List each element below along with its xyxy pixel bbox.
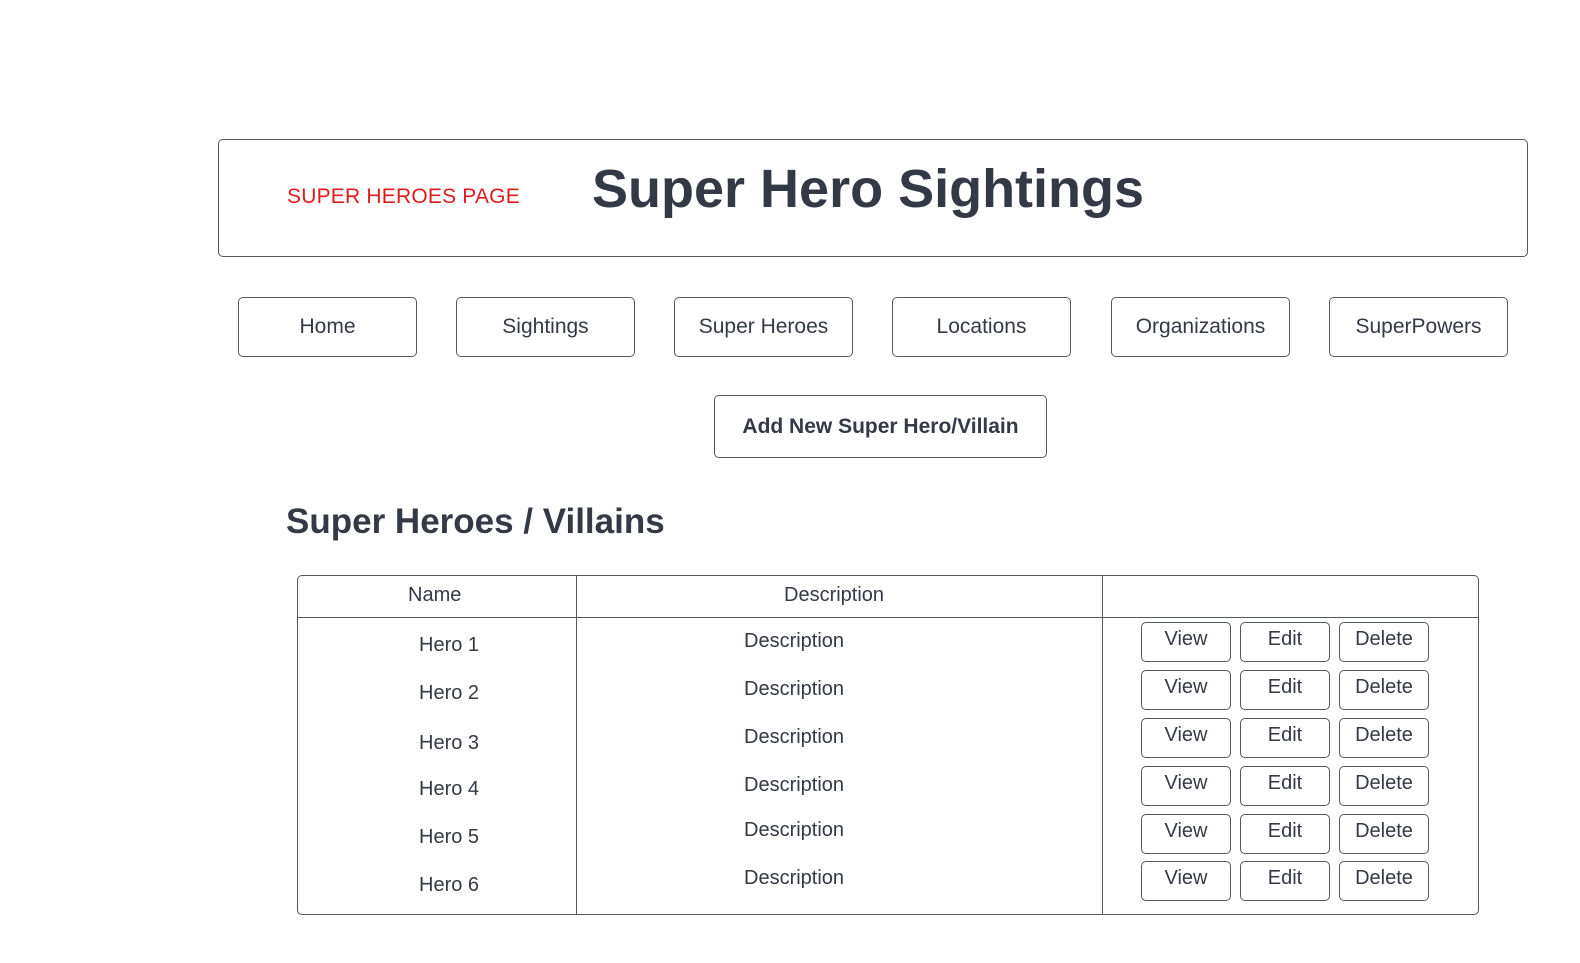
nav-home-button[interactable]: Home (238, 297, 417, 357)
page-label: SUPER HEROES PAGE (287, 185, 520, 208)
edit-button[interactable]: Edit (1240, 622, 1330, 662)
nav-super-heroes-button[interactable]: Super Heroes (674, 297, 853, 357)
section-title: Super Heroes / Villains (286, 502, 665, 541)
hero-name: Hero 5 (419, 826, 480, 848)
delete-button[interactable]: Delete (1339, 861, 1429, 901)
nav-locations-button[interactable]: Locations (892, 297, 1071, 357)
column-header-description: Description (784, 584, 885, 606)
delete-button[interactable]: Delete (1339, 670, 1429, 710)
page-title: Super Hero Sightings (592, 159, 1145, 219)
edit-button[interactable]: Edit (1240, 766, 1330, 806)
hero-description: Description (744, 630, 845, 652)
delete-button[interactable]: Delete (1339, 622, 1429, 662)
delete-button[interactable]: Delete (1339, 766, 1429, 806)
hero-name: Hero 1 (419, 634, 480, 656)
edit-button[interactable]: Edit (1240, 718, 1330, 758)
nav-superpowers-button[interactable]: SuperPowers (1329, 297, 1508, 357)
view-button[interactable]: View (1141, 670, 1231, 710)
nav-sightings-button[interactable]: Sightings (456, 297, 635, 357)
hero-description: Description (744, 726, 845, 748)
view-button[interactable]: View (1141, 814, 1231, 854)
view-button[interactable]: View (1141, 718, 1231, 758)
nav-organizations-button[interactable]: Organizations (1111, 297, 1290, 357)
add-hero-button[interactable]: Add New Super Hero/Villain (714, 395, 1047, 458)
view-button[interactable]: View (1141, 861, 1231, 901)
delete-button[interactable]: Delete (1339, 718, 1429, 758)
view-button[interactable]: View (1141, 766, 1231, 806)
delete-button[interactable]: Delete (1339, 814, 1429, 854)
hero-description: Description (744, 867, 845, 889)
hero-description: Description (744, 678, 845, 700)
hero-description: Description (744, 819, 845, 841)
edit-button[interactable]: Edit (1240, 814, 1330, 854)
heroes-table: Name Description Hero 1 Description Hero… (297, 575, 1479, 915)
hero-description: Description (744, 774, 845, 796)
edit-button[interactable]: Edit (1240, 670, 1330, 710)
column-header-name: Name (408, 584, 462, 606)
hero-name: Hero 6 (419, 874, 480, 896)
view-button[interactable]: View (1141, 622, 1231, 662)
hero-name: Hero 4 (419, 778, 480, 800)
hero-name: Hero 3 (419, 732, 480, 754)
edit-button[interactable]: Edit (1240, 861, 1330, 901)
hero-name: Hero 2 (419, 682, 480, 704)
